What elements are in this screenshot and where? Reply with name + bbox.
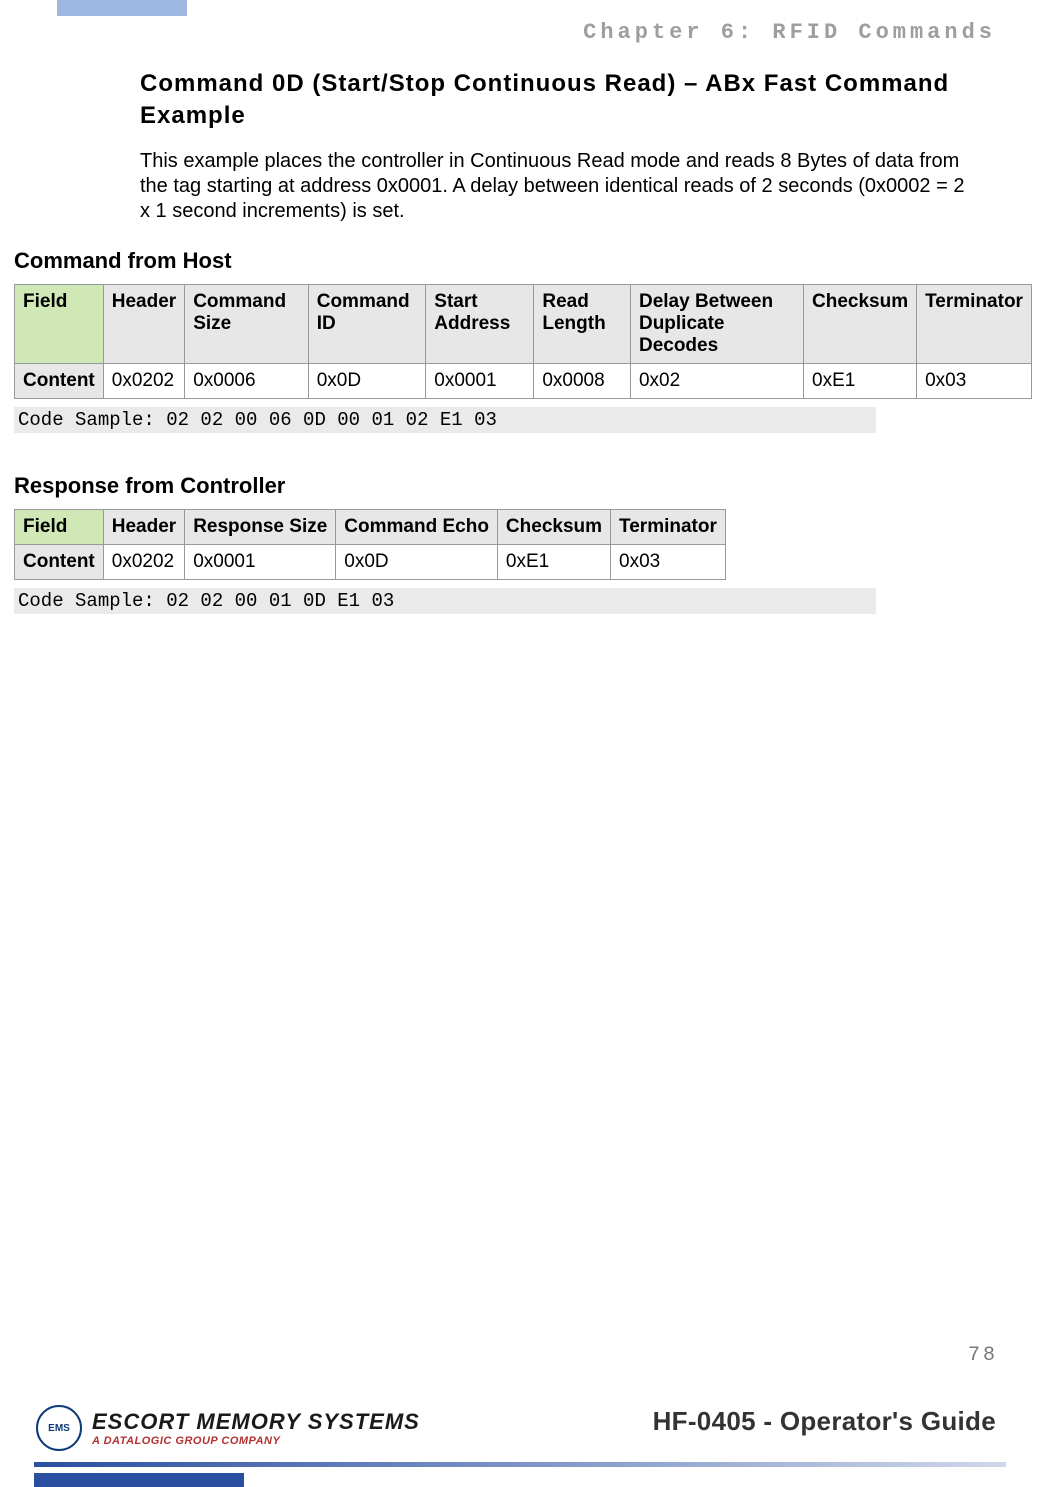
col-header: Read Length — [534, 284, 631, 363]
col-header: Response Size — [185, 509, 336, 544]
chapter-header: Chapter 6: RFID Commands — [583, 20, 996, 45]
page-number: 78 — [968, 1344, 998, 1367]
table-row: Field Header Command Size Command ID Sta… — [15, 284, 1032, 363]
row-label-content: Content — [15, 363, 104, 398]
cell: 0x0D — [308, 363, 426, 398]
col-header: Command Echo — [336, 509, 498, 544]
cell: 0x03 — [917, 363, 1032, 398]
col-header: Checksum — [497, 509, 610, 544]
cell: 0x0006 — [185, 363, 309, 398]
col-header: Terminator — [611, 509, 726, 544]
footer-rule — [34, 1462, 1006, 1467]
cell: 0x0001 — [426, 363, 534, 398]
col-header: Checksum — [804, 284, 917, 363]
ems-logo-line2: A DATALOGIC GROUP COMPANY — [92, 1435, 420, 1447]
ems-logo: EMS ESCORT MEMORY SYSTEMS A DATALOGIC GR… — [36, 1405, 420, 1451]
controller-code-sample: Code Sample: 02 02 00 01 0D E1 03 — [14, 588, 876, 614]
cell: 0x0202 — [103, 363, 184, 398]
col-header: Start Address — [426, 284, 534, 363]
table-row: Content 0x0202 0x0006 0x0D 0x0001 0x0008… — [15, 363, 1032, 398]
footer-accent-bar — [34, 1473, 244, 1487]
cell: 0x03 — [611, 544, 726, 579]
col-header: Command ID — [308, 284, 426, 363]
row-label-field: Field — [15, 284, 104, 363]
controller-heading: Response from Controller — [14, 473, 1032, 499]
col-header: Command Size — [185, 284, 309, 363]
ems-badge-text: EMS — [48, 1423, 70, 1434]
host-code-sample: Code Sample: 02 02 00 06 0D 00 01 02 E1 … — [14, 407, 876, 433]
host-heading: Command from Host — [14, 248, 1032, 274]
cell: 0xE1 — [804, 363, 917, 398]
ems-logo-text: ESCORT MEMORY SYSTEMS A DATALOGIC GROUP … — [92, 1409, 420, 1447]
row-label-content: Content — [15, 544, 104, 579]
ems-badge-icon: EMS — [36, 1405, 82, 1451]
row-label-field: Field — [15, 509, 104, 544]
cell: 0x02 — [630, 363, 803, 398]
ems-logo-line1: ESCORT MEMORY SYSTEMS — [92, 1409, 420, 1435]
col-header: Header — [103, 509, 184, 544]
cell: 0x0001 — [185, 544, 336, 579]
header-accent-bar — [57, 0, 187, 16]
controller-table: Field Header Response Size Command Echo … — [14, 509, 726, 580]
col-header: Terminator — [917, 284, 1032, 363]
cell: 0x0008 — [534, 363, 631, 398]
col-header: Delay Between Duplicate Decodes — [630, 284, 803, 363]
cell: 0xE1 — [497, 544, 610, 579]
table-row: Content 0x0202 0x0001 0x0D 0xE1 0x03 — [15, 544, 726, 579]
table-row: Field Header Response Size Command Echo … — [15, 509, 726, 544]
page-content: Command 0D (Start/Stop Continuous Read) … — [14, 60, 1032, 654]
intro-paragraph: This example places the controller in Co… — [140, 149, 972, 224]
cell: 0x0202 — [103, 544, 184, 579]
cell: 0x0D — [336, 544, 498, 579]
host-table: Field Header Command Size Command ID Sta… — [14, 284, 1032, 399]
section-title: Command 0D (Start/Stop Continuous Read) … — [140, 68, 992, 133]
guide-title: HF-0405 - Operator's Guide — [653, 1406, 996, 1437]
page-footer: EMS ESCORT MEMORY SYSTEMS A DATALOGIC GR… — [0, 1377, 1046, 1487]
col-header: Header — [103, 284, 184, 363]
